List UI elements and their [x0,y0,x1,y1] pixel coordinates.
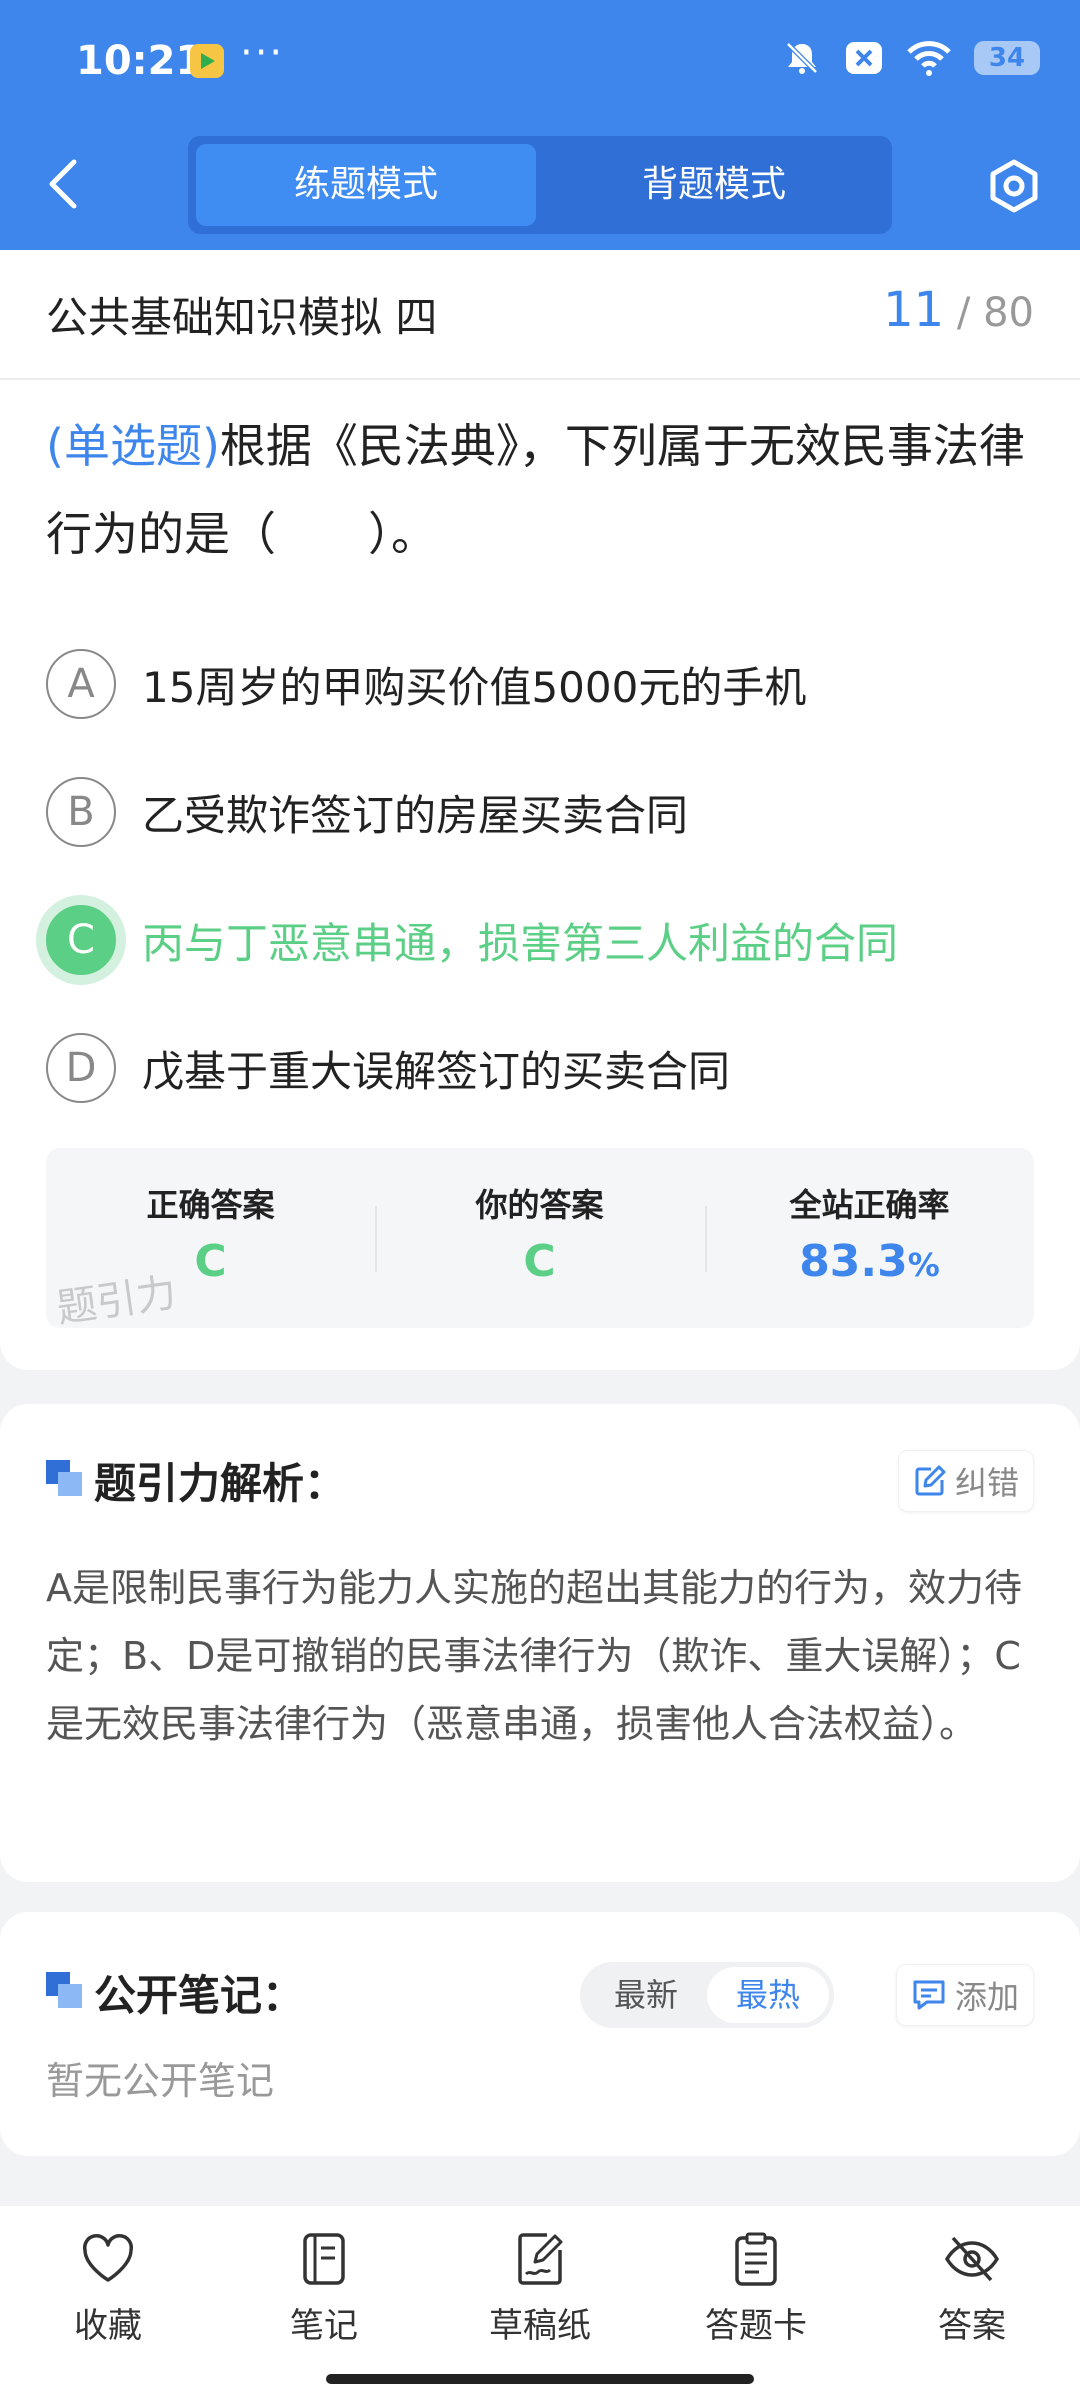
comment-icon [913,1980,945,2010]
section-icon [46,1972,82,2008]
battery-indicator: 34 [974,41,1040,75]
progress-total: / 80 [956,290,1034,336]
option-text: 乙受欺诈签订的房屋买卖合同 [142,790,689,840]
your-answer-value: C [523,1236,556,1287]
status-time: 10:21 [76,38,204,84]
question-card: 公共基础知识模拟 四 11 / 80 (单选题)根据《民法典》，下列属于无效民事… [0,250,1080,1370]
option-d[interactable]: D 戊基于重大误解签订的买卖合同 [46,1030,1046,1106]
notebook-icon [303,2233,345,2285]
progress-current: 11 [883,282,945,338]
analysis-text: A是限制民事行为能力人实施的超出其能力的行为，效力待定；B、D是可撤销的民事法律… [46,1566,1022,1746]
scratch-paper-label: 草稿纸 [489,2306,591,2346]
mute-bell-icon [786,42,818,74]
notes-label: 笔记 [290,2306,358,2346]
option-text: 戊基于重大误解签订的买卖合同 [142,1046,731,1096]
accuracy-col: 全站正确率 83.3% [705,1148,1034,1328]
tab-memorize-mode[interactable]: 背题模式 [544,144,884,226]
accuracy-label: 全站正确率 [789,1186,950,1224]
analysis-title: 题引力解析： [94,1459,347,1508]
answer-card-button[interactable]: 答题卡 [676,2230,836,2347]
public-notes-card: 公开笔记： 最新 最热 添加 暂无公开笔记 [0,1912,1080,2156]
settings-hexagon-icon[interactable] [984,156,1044,216]
scratch-paper-icon [518,2233,563,2285]
option-b[interactable]: B 乙受欺诈签订的房屋买卖合同 [46,774,1046,850]
video-app-icon [190,44,224,78]
paper-title: 公共基础知识模拟 四 [46,293,438,342]
option-c[interactable]: C 丙与丁恶意串通，损害第三人利益的合同 [46,902,1046,978]
answer-summary: 正确答案 C 你的答案 C 全站正确率 83.3% 题引力 [46,1148,1034,1332]
option-letter: B [46,777,116,847]
your-answer-label: 你的答案 [475,1186,604,1224]
show-answer-label: 答案 [938,2306,1006,2346]
question-type-label: (单选题) [46,419,220,473]
back-arrow-icon[interactable] [44,158,84,210]
option-text: 15周岁的甲购买价值5000元的手机 [142,662,807,712]
show-answer-button[interactable]: 答案 [892,2230,1052,2347]
option-text: 丙与丁恶意串通，损害第三人利益的合同 [142,918,899,968]
divider [0,378,1080,380]
heart-icon [82,2234,134,2282]
analysis-card: 题引力解析： 纠错 A是限制民事行为能力人实施的超出其能力的行为，效力待定；B、… [0,1404,1080,1882]
notes-title: 公开笔记： [94,1971,305,2020]
eye-off-icon [944,2236,1000,2282]
sort-hottest[interactable]: 最热 [707,1967,829,2023]
answer-card-label: 答题卡 [705,2306,807,2346]
answer-card-icon [735,2232,777,2286]
option-a[interactable]: A 15周岁的甲购买价值5000元的手机 [46,646,1046,722]
sort-latest[interactable]: 最新 [585,1967,707,2023]
wifi-icon [907,41,951,76]
scratch-paper-button[interactable]: 草稿纸 [460,2230,620,2347]
home-indicator[interactable] [326,2374,754,2384]
report-error-label: 纠错 [954,1464,1019,1502]
option-letter: D [46,1033,116,1103]
report-error-button[interactable]: 纠错 [897,1450,1034,1512]
favorite-label: 收藏 [74,2306,142,2346]
add-note-button[interactable]: 添加 [895,1964,1034,2026]
status-icons: 34 [782,38,1040,78]
option-letter: A [46,649,116,719]
notes-sort-switch: 最新 最热 [580,1962,834,2028]
mode-switch: 练题模式 背题模式 [188,136,892,234]
status-more-dots: ··· [240,30,285,76]
accuracy-unit: % [907,1246,940,1284]
close-box-icon [846,42,882,74]
add-note-label: 添加 [954,1978,1019,2016]
bottom-toolbar: 收藏 笔记 草稿纸 答题卡 答案 [0,2206,1080,2400]
top-header: 10:21 ··· 34 练题模式 背题模式 [0,0,1080,250]
accuracy-value: 83.3% [705,1236,1034,1287]
your-answer-col: 你的答案 C [375,1148,704,1328]
question-stem: (单选题)根据《民法典》，下列属于无效民事法律行为的是（ ）。 [46,402,1036,578]
accuracy-number: 83.3 [799,1236,908,1287]
notes-button[interactable]: 笔记 [244,2230,404,2347]
edit-icon [915,1465,946,1496]
option-letter: C [46,905,116,975]
question-progress: 11 / 80 [883,282,1034,338]
section-icon [46,1460,82,1496]
notes-empty-text: 暂无公开笔记 [46,2059,275,2103]
favorite-button[interactable]: 收藏 [28,2230,188,2347]
tab-practice-mode[interactable]: 练题模式 [196,144,536,226]
correct-answer-label: 正确答案 [146,1186,275,1224]
